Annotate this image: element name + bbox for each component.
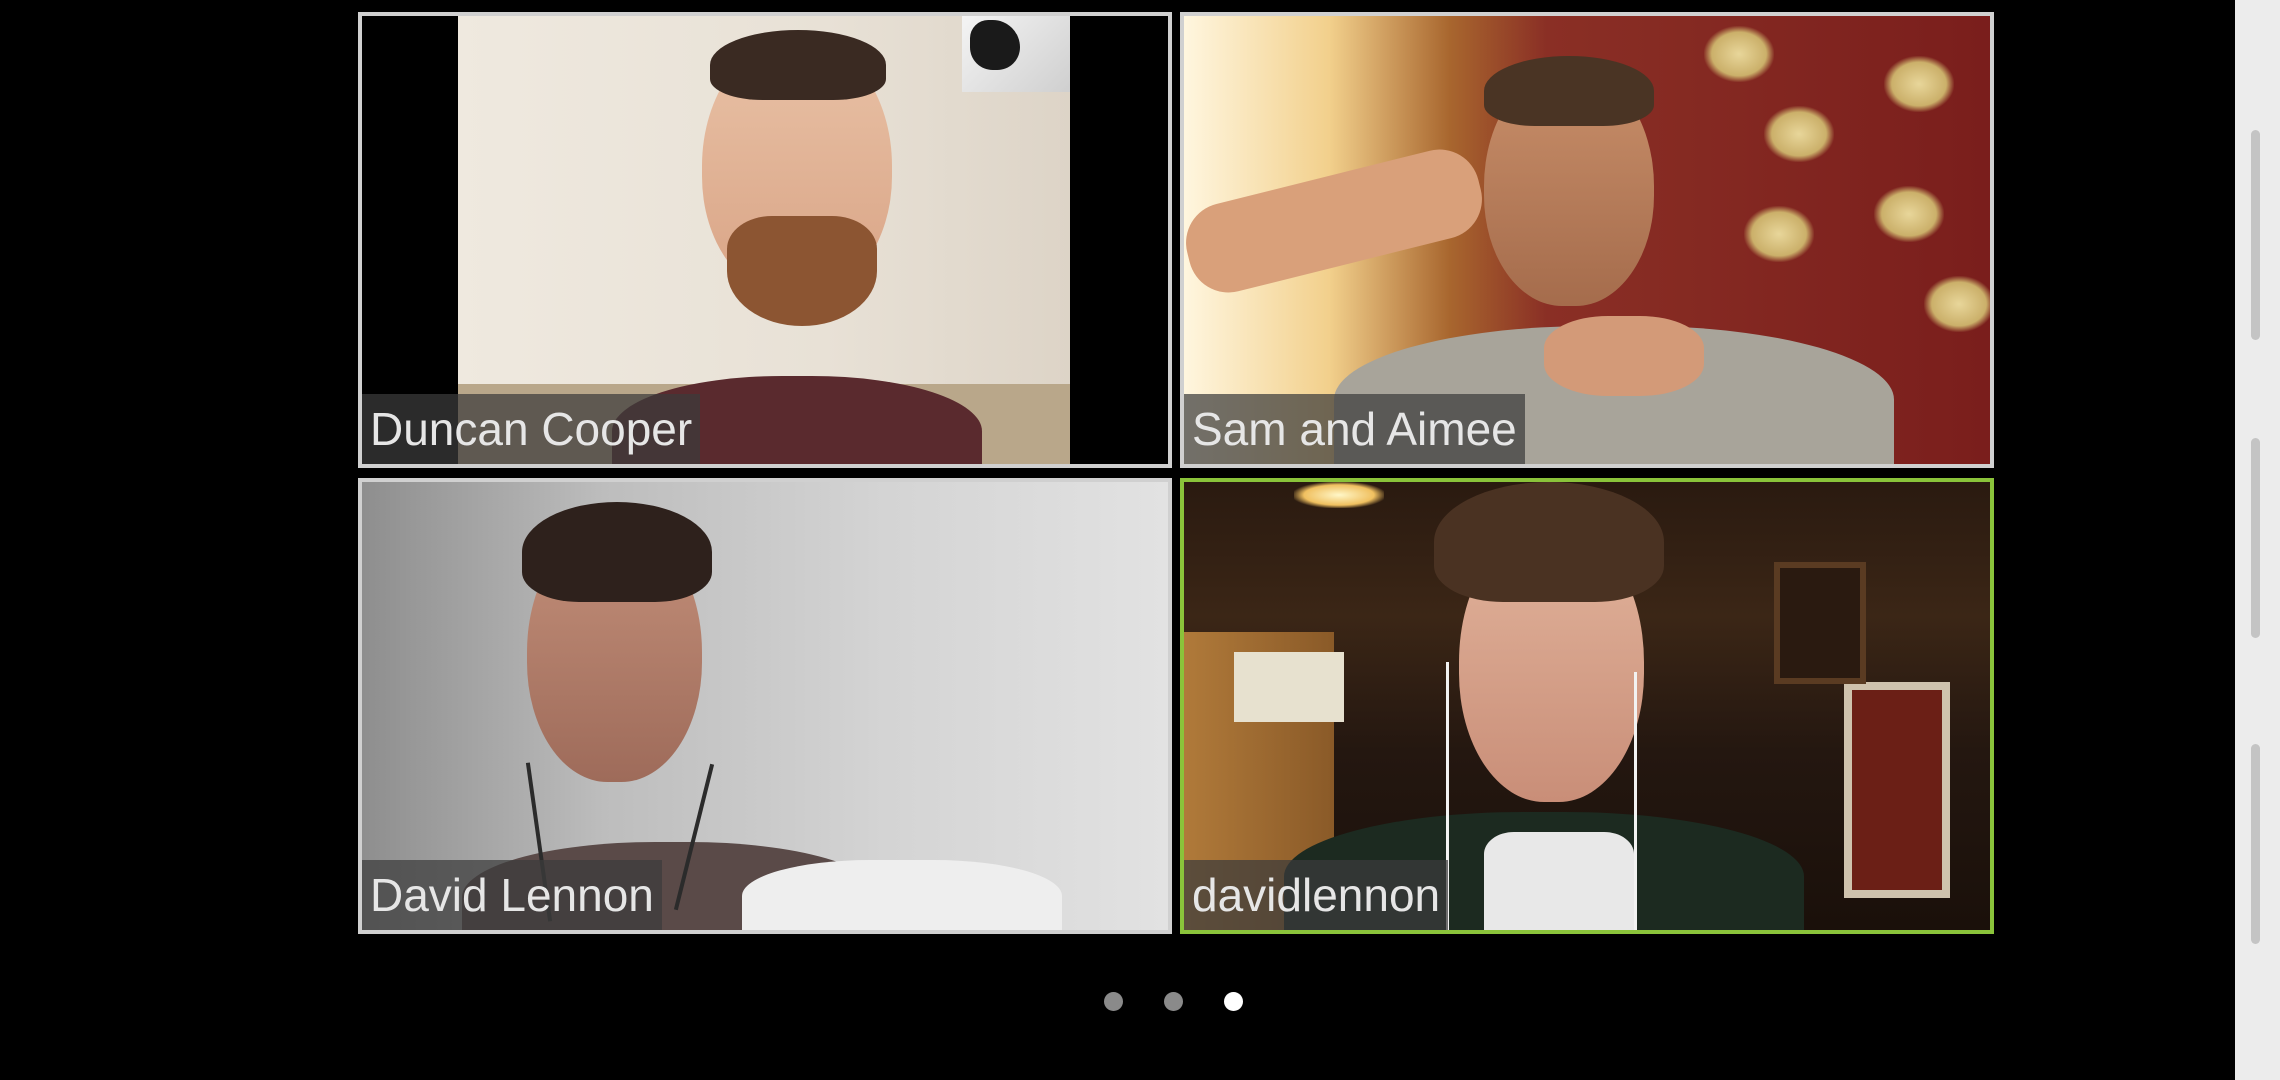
video-tile-duncan-cooper[interactable]: Duncan Cooper [358,12,1172,468]
page-dot-icon[interactable] [1104,992,1123,1011]
gallery-pagination [1100,992,1260,1016]
scrollbar-thumb[interactable] [2251,438,2260,638]
participant-name-label: Duncan Cooper [362,394,701,464]
scrollbar-thumb[interactable] [2251,744,2260,944]
participant-name-label: davidlennon [1184,860,1449,930]
video-gallery: Duncan Cooper Sam and Aimee David Lennon… [0,0,2235,1080]
scrollbar-thumb[interactable] [2251,130,2260,340]
page-dot-icon-current[interactable] [1224,992,1243,1011]
scrollbar[interactable] [2235,0,2280,1080]
participant-name-label: David Lennon [362,860,662,930]
video-tile-sam-and-aimee[interactable]: Sam and Aimee [1180,12,1994,468]
page-dot-icon[interactable] [1164,992,1183,1011]
video-tile-davidlennon-active-speaker[interactable]: davidlennon [1180,478,1994,934]
video-tile-david-lennon[interactable]: David Lennon [358,478,1172,934]
participant-name-label: Sam and Aimee [1184,394,1525,464]
